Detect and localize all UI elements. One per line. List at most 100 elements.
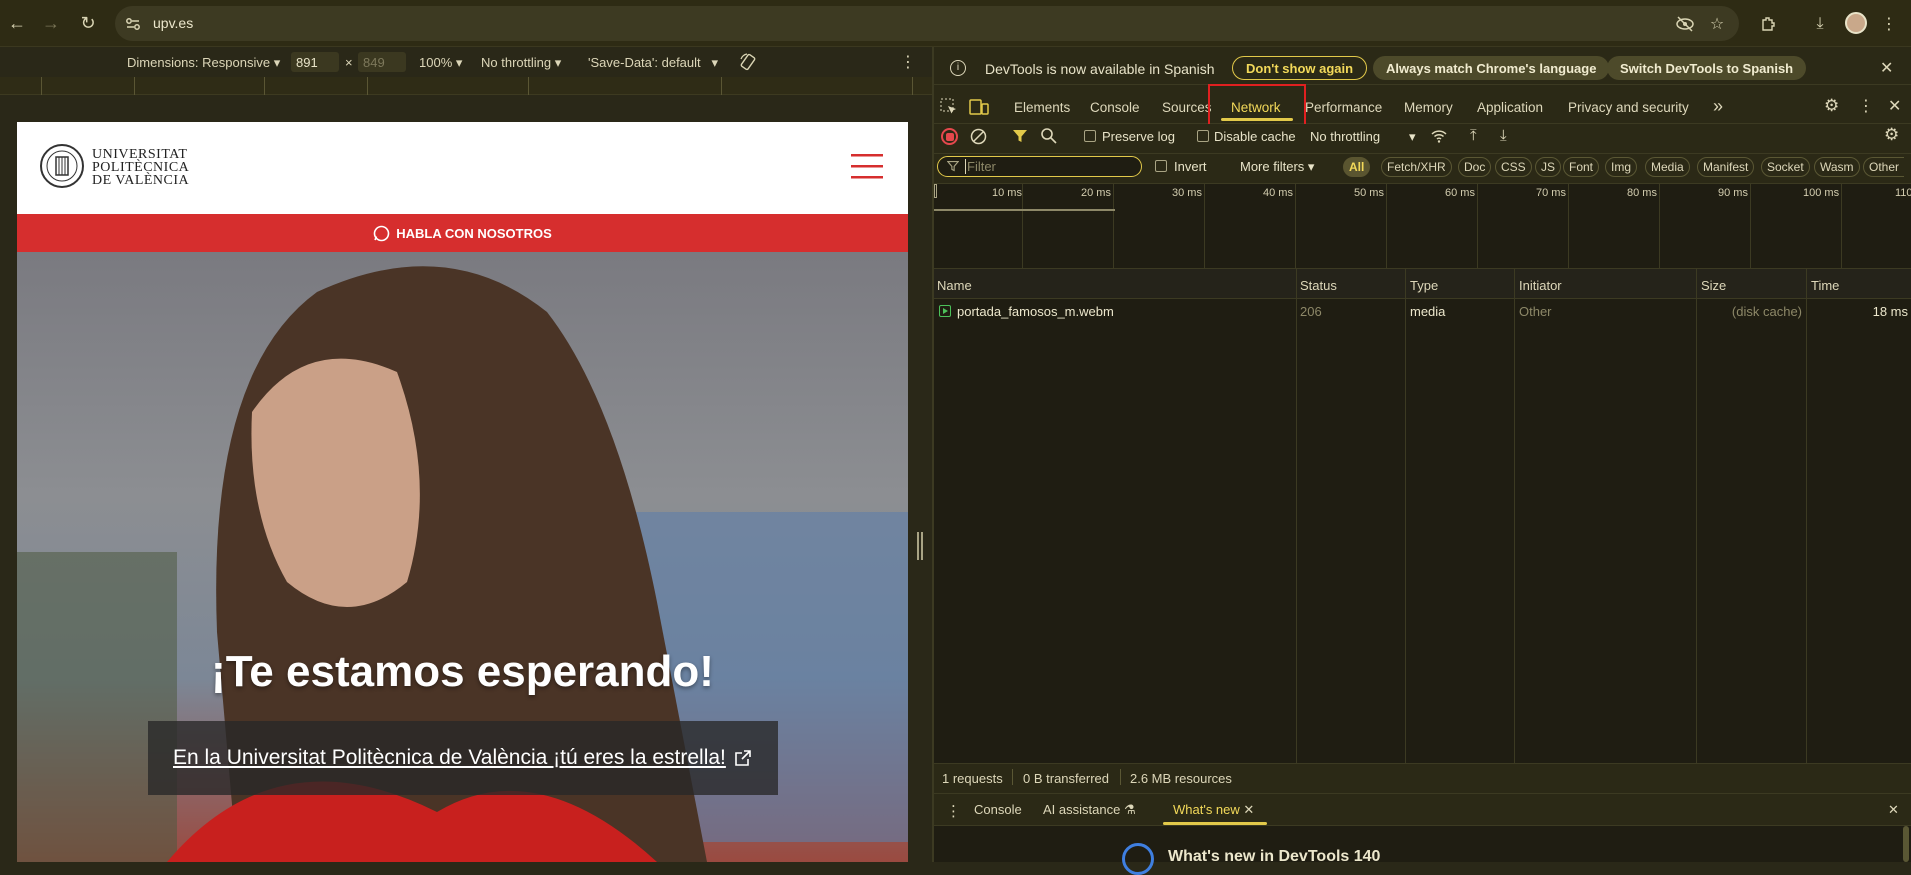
chip-js[interactable]: JS xyxy=(1535,157,1562,177)
page-viewport: UNIVERSITAT POLITÈCNICA DE VALÈNCIA HABL… xyxy=(17,122,908,862)
extensions-icon[interactable] xyxy=(1756,12,1780,36)
device-toggle-icon[interactable] xyxy=(969,98,989,116)
timeline-label: 10 ms xyxy=(992,187,1022,199)
disable-cache-checkbox[interactable] xyxy=(1197,130,1209,142)
dont-show-again-button[interactable]: Don't show again xyxy=(1232,56,1368,80)
resize-handle[interactable] xyxy=(917,532,923,560)
chip-media[interactable]: Media xyxy=(1645,157,1690,177)
download-icon[interactable]: ⤓ xyxy=(1808,12,1832,36)
chip-font[interactable]: Font xyxy=(1563,157,1600,177)
hero-link[interactable]: En la Universitat Politècnica de Valènci… xyxy=(173,746,726,770)
site-settings-icon[interactable] xyxy=(124,15,142,33)
logo-line: DE VALÈNCIA xyxy=(92,173,190,188)
column-header-initiator[interactable]: Initiator xyxy=(1519,278,1562,293)
eye-off-icon[interactable] xyxy=(1673,12,1697,36)
drawer-tab-console[interactable]: Console xyxy=(974,802,1022,817)
column-header-time[interactable]: Time xyxy=(1811,278,1839,293)
invert-label: Invert xyxy=(1174,159,1207,174)
throttling-select[interactable]: No throttling ▾ xyxy=(481,55,561,71)
star-icon[interactable]: ☆ xyxy=(1705,12,1729,36)
network-settings-icon[interactable]: ⚙ xyxy=(1884,125,1899,145)
flask-icon: ⚗ xyxy=(1123,802,1136,817)
chip-manifest[interactable]: Manifest xyxy=(1697,157,1755,177)
settings-gear-icon[interactable]: ⚙ xyxy=(1824,96,1839,116)
column-header-type[interactable]: Type xyxy=(1410,278,1438,293)
info-icon: i xyxy=(950,60,966,76)
back-icon[interactable]: ← xyxy=(6,12,28,34)
dimensions-select[interactable]: Dimensions: Responsive ▾ xyxy=(127,55,280,71)
column-divider xyxy=(1296,269,1297,763)
search-icon[interactable] xyxy=(1040,127,1057,144)
save-data-select[interactable]: 'Save-Data': default ▾ xyxy=(588,55,718,71)
column-header-size[interactable]: Size xyxy=(1701,278,1726,293)
preserve-log-checkbox[interactable] xyxy=(1084,130,1096,142)
network-throttling-select[interactable]: No throttling ▾ xyxy=(1310,129,1416,145)
url-text[interactable]: upv.es xyxy=(153,15,193,31)
address-bar[interactable] xyxy=(115,6,1739,41)
chip-doc[interactable]: Doc xyxy=(1458,157,1492,177)
close-infobar-icon[interactable]: ✕ xyxy=(1880,58,1893,78)
whatsapp-icon xyxy=(373,225,390,242)
export-har-icon[interactable]: ⤓ xyxy=(1500,127,1507,144)
devtools-menu-icon[interactable]: ⋮ xyxy=(1858,96,1874,116)
filter-placeholder: Filter xyxy=(965,159,996,174)
more-vert-icon[interactable]: ⋮ xyxy=(1877,12,1901,36)
chip-img[interactable]: Img xyxy=(1605,157,1638,177)
drawer-tab-whats-new[interactable]: What's new ✕ xyxy=(1173,802,1254,818)
device-more-icon[interactable]: ⋮ xyxy=(900,52,916,72)
width-input[interactable]: 891 xyxy=(291,52,339,72)
overview-handle[interactable] xyxy=(934,184,937,198)
tab-sources[interactable]: Sources xyxy=(1162,100,1212,115)
tab-elements[interactable]: Elements xyxy=(1014,100,1070,115)
column-header-status[interactable]: Status xyxy=(1300,278,1337,293)
rotate-icon[interactable] xyxy=(738,52,758,72)
import-har-icon[interactable]: ⤒ xyxy=(1470,127,1477,144)
overview-gridline xyxy=(1841,184,1842,269)
chip-css[interactable]: CSS xyxy=(1495,157,1532,177)
chip-other[interactable]: Other xyxy=(1863,157,1905,177)
tab-console[interactable]: Console xyxy=(1090,100,1140,115)
overview-gridline xyxy=(1295,184,1296,269)
upv-seal-logo[interactable] xyxy=(39,143,85,189)
clear-icon[interactable] xyxy=(970,128,987,145)
close-drawer-icon[interactable]: ✕ xyxy=(1888,802,1899,818)
switch-spanish-button[interactable]: Switch DevTools to Spanish xyxy=(1607,56,1807,80)
column-header-name[interactable]: Name xyxy=(937,278,972,293)
tab-application[interactable]: Application xyxy=(1477,100,1543,115)
timeline-label: 90 ms xyxy=(1718,187,1748,199)
drawer-tab-ai-assistance[interactable]: AI assistance ⚗ xyxy=(1043,802,1136,818)
avatar[interactable] xyxy=(1845,12,1867,34)
invert-checkbox[interactable] xyxy=(1155,160,1167,172)
network-conditions-icon[interactable] xyxy=(1430,127,1448,145)
match-language-button[interactable]: Always match Chrome's language xyxy=(1373,56,1610,80)
filter-input[interactable]: Filter xyxy=(937,156,1142,177)
zoom-select[interactable]: 100% ▾ xyxy=(419,55,462,71)
more-tabs-icon[interactable]: » xyxy=(1713,96,1723,117)
disable-cache-label: Disable cache xyxy=(1214,129,1296,144)
hero-link-box[interactable]: En la Universitat Politècnica de Valènci… xyxy=(148,721,778,795)
reload-icon[interactable]: ↻ xyxy=(77,12,99,34)
cell-status: 206 xyxy=(1300,304,1322,319)
chip-socket[interactable]: Socket xyxy=(1761,157,1810,177)
forward-icon[interactable]: → xyxy=(40,12,62,34)
upv-logo-text: UNIVERSITAT POLITÈCNICA DE VALÈNCIA xyxy=(92,148,190,188)
height-input[interactable]: 849 xyxy=(358,52,406,72)
cell-name[interactable]: portada_famosos_m.webm xyxy=(957,304,1114,319)
drawer-scrollbar[interactable] xyxy=(1903,826,1909,862)
more-filters-button[interactable]: More filters ▾ xyxy=(1240,159,1314,175)
column-divider xyxy=(1806,269,1807,763)
close-tab-icon[interactable]: ✕ xyxy=(1243,802,1254,817)
tab-memory[interactable]: Memory xyxy=(1404,100,1453,115)
inspect-element-icon[interactable] xyxy=(940,98,958,116)
chip-wasm[interactable]: Wasm xyxy=(1814,157,1860,177)
record-icon[interactable] xyxy=(941,128,958,145)
tab-performance[interactable]: Performance xyxy=(1305,100,1382,115)
drawer-menu-icon[interactable]: ⋮ xyxy=(946,802,961,820)
chip-all[interactable]: All xyxy=(1343,157,1371,177)
contact-banner[interactable]: HABLA CON NOSOTROS xyxy=(17,214,908,252)
filter-funnel-icon[interactable] xyxy=(1012,128,1028,144)
close-devtools-icon[interactable]: ✕ xyxy=(1888,96,1901,116)
tab-privacy-security[interactable]: Privacy and security xyxy=(1568,100,1689,115)
chip-fetch-xhr[interactable]: Fetch/XHR xyxy=(1381,157,1452,177)
hamburger-menu-icon[interactable] xyxy=(851,154,883,180)
